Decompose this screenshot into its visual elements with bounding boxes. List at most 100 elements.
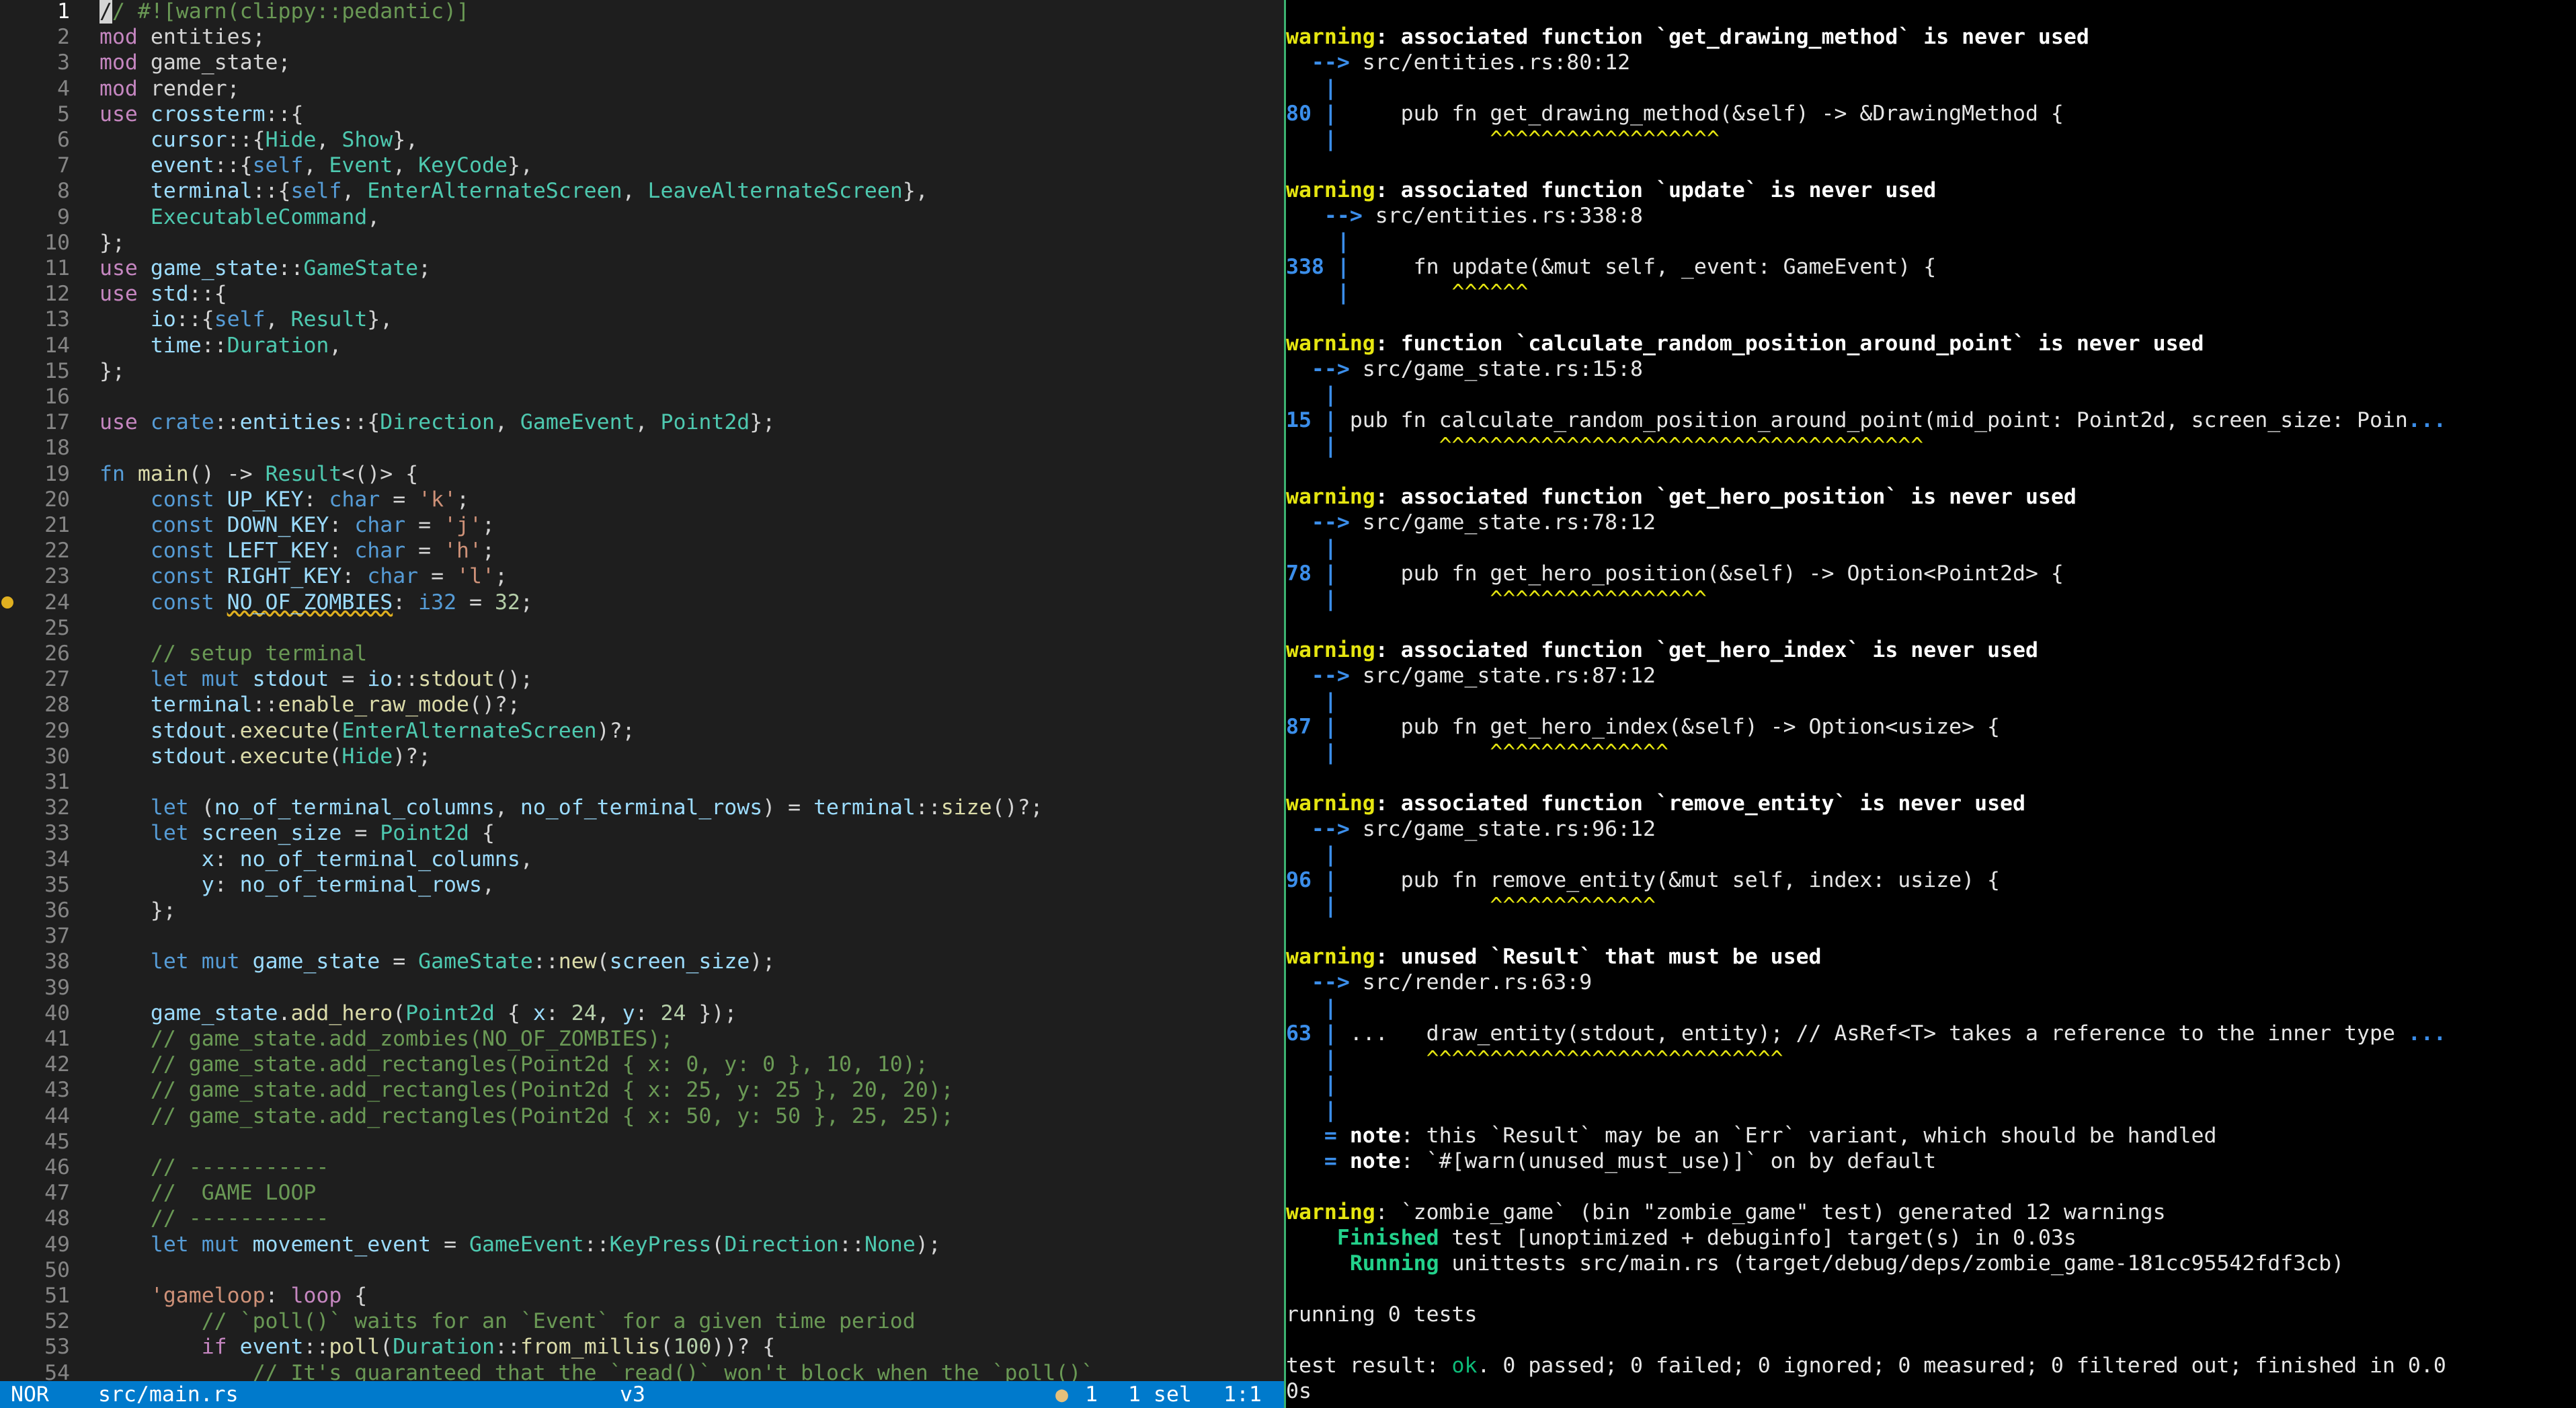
editor-line[interactable]: 41 // game_state.add_zombies(NO_OF_ZOMBI…: [0, 1026, 1284, 1052]
editor-line[interactable]: 18: [0, 435, 1284, 461]
code-token: mod: [99, 25, 138, 49]
code-text: stdout.execute(Hide)?;: [99, 744, 431, 769]
code-token: from_millis: [520, 1335, 661, 1359]
code-token: ...: [2407, 1021, 2446, 1046]
line-number: 52: [44, 1309, 70, 1333]
editor-line[interactable]: 17 use crate::entities::{Direction, GameE…: [0, 409, 1284, 435]
editor-line[interactable]: 45: [0, 1129, 1284, 1155]
editor-line[interactable]: 33 let screen_size = Point2d {: [0, 820, 1284, 846]
code-text: use crossterm::{: [99, 102, 303, 127]
editor-line[interactable]: 50: [0, 1257, 1284, 1283]
code-token: // -----------: [150, 1206, 329, 1230]
code-token: Result: [265, 462, 342, 486]
editor-line[interactable]: 27 let mut stdout = io::stdout();: [0, 666, 1284, 692]
editor-line[interactable]: 21 const DOWN_KEY: char = 'j';: [0, 512, 1284, 538]
code-token: |: [1286, 587, 1337, 611]
editor-line[interactable]: 35 y: no_of_terminal_rows,: [0, 872, 1284, 898]
line-number: 36: [44, 898, 70, 923]
line-number: 26: [44, 641, 70, 666]
code-token: };: [99, 231, 125, 255]
code-token: : unused `Result` that must be used: [1375, 945, 1822, 969]
terminal-pane[interactable]: warning: associated function `get_drawin…: [1286, 0, 2576, 1408]
code-token: use: [99, 410, 138, 434]
editor-line[interactable]: 4 mod render;: [0, 76, 1284, 102]
editor-line[interactable]: 10};: [0, 230, 1284, 256]
editor-line[interactable]: 53 if event::poll(Duration::from_millis(…: [0, 1334, 1284, 1360]
editor-line[interactable]: 28 terminal::enable_raw_mode()?;: [0, 692, 1284, 717]
code-token: ... draw_entity(stdout, entity); // AsRe…: [1336, 1021, 2408, 1046]
code-text: const RIGHT_KEY: char = 'l';: [99, 563, 508, 589]
editor-line[interactable]: 20 const UP_KEY: char = 'k';: [0, 487, 1284, 512]
editor-line[interactable]: 7 event::{self, Event, KeyCode},: [0, 153, 1284, 178]
editor-line[interactable]: 29 stdout.execute(EnterAlternateScreen)?…: [0, 718, 1284, 744]
editor-line[interactable]: 14 time::Duration,: [0, 333, 1284, 358]
editor-line[interactable]: 48 // -----------: [0, 1206, 1284, 1231]
editor-line[interactable]: 51 'gameloop: loop {: [0, 1283, 1284, 1308]
code-token: char: [354, 539, 406, 563]
code-token: -->: [1286, 510, 1363, 535]
editor-line[interactable]: 43 // game_state.add_rectangles(Point2d …: [0, 1077, 1284, 1103]
editor-line[interactable]: 19 fn main() -> Result<()> {: [0, 461, 1284, 487]
editor-line[interactable]: 52 // `poll()` waits for an `Event` for …: [0, 1308, 1284, 1334]
code-text: // setup terminal: [99, 641, 367, 666]
editor-line[interactable]: 5 use crossterm::{: [0, 102, 1284, 127]
code-token: . 0 passed; 0 failed; 0 ignored; 0 measu…: [1477, 1354, 2446, 1378]
line-number: 38: [44, 949, 70, 974]
editor-line[interactable]: 23 const RIGHT_KEY: char = 'l';: [0, 563, 1284, 589]
code-token: ::{: [227, 128, 266, 152]
diagnostic-dot-icon: ●: [1055, 1382, 1068, 1407]
code-text: if event::poll(Duration::from_millis(100…: [99, 1334, 775, 1360]
editor-line[interactable]: 12 use std::{: [0, 281, 1284, 307]
editor-line[interactable]: 16: [0, 384, 1284, 409]
code-token: =: [418, 564, 457, 588]
editor-line[interactable]: 37: [0, 923, 1284, 949]
editor-line[interactable]: 30 stdout.execute(Hide)?;: [0, 744, 1284, 769]
editor-line[interactable]: 22 const LEFT_KEY: char = 'h';: [0, 538, 1284, 563]
editor-line[interactable]: 9 ExecutableCommand,: [0, 204, 1284, 230]
code-token: poll: [329, 1335, 380, 1359]
code-editor-pane[interactable]: 1// #![warn(clippy::pedantic)] 2 mod entit…: [0, 0, 1284, 1408]
editor-line[interactable]: 49 let mut movement_event = GameEvent::K…: [0, 1232, 1284, 1257]
code-token: warning: [1286, 485, 1375, 509]
code-token: };: [99, 898, 176, 923]
editor-line[interactable]: 2 mod entities;: [0, 24, 1284, 50]
code-token: =: [329, 667, 368, 691]
editor-line[interactable]: 38 let mut game_state = GameState::new(s…: [0, 949, 1284, 974]
editor-line[interactable]: 25: [0, 615, 1284, 641]
editor-line[interactable]: 31: [0, 769, 1284, 795]
editor-line[interactable]: 46 // -----------: [0, 1155, 1284, 1180]
editor-line[interactable]: 34 x: no_of_terminal_columns,: [0, 847, 1284, 872]
editor-line[interactable]: 13 io::{self, Result},: [0, 307, 1284, 332]
terminal-text: 15 | pub fn calculate_random_position_ar…: [1286, 407, 2446, 433]
editor-line[interactable]: 40 game_state.add_hero(Point2d { x: 24, …: [0, 1001, 1284, 1026]
editor-line[interactable]: 1 // #![warn(clippy::pedantic)]: [0, 0, 1284, 24]
editor-line[interactable]: 44 // game_state.add_rectangles(Point2d …: [0, 1103, 1284, 1129]
editor-line[interactable]: 26 // setup terminal: [0, 641, 1284, 666]
code-text: // game_state.add_rectangles(Point2d { x…: [99, 1103, 954, 1129]
editor-line[interactable]: 32 let (no_of_terminal_columns, no_of_te…: [0, 795, 1284, 820]
editor-line[interactable]: 42 // game_state.add_rectangles(Point2d …: [0, 1052, 1284, 1077]
editor-line[interactable]: 39: [0, 975, 1284, 1001]
editor-line[interactable]: 47 // GAME LOOP: [0, 1180, 1284, 1206]
editor-line[interactable]: 11 use game_state::GameState;: [0, 256, 1284, 281]
editor-line[interactable]: 15};: [0, 358, 1284, 384]
file-name[interactable]: src/main.rs: [98, 1381, 239, 1408]
terminal-line: |: [1286, 689, 2576, 714]
code-token: ok: [1451, 1354, 1478, 1378]
editor-line[interactable]: 6 cursor::{Hide, Show},: [0, 127, 1284, 153]
code-token: Point2d: [380, 821, 470, 845]
code-token: : `#[warn(unused_must_use)]` on by defau…: [1400, 1149, 1937, 1173]
diagnostic-count: 1: [1085, 1382, 1098, 1407]
editor-line[interactable]: 8 terminal::{self, EnterAlternateScreen,…: [0, 178, 1284, 204]
code-token: ::: [839, 1233, 864, 1257]
editor-line[interactable]: 36 };: [0, 898, 1284, 923]
terminal-line: 338 | fn update(&mut self, _event: GameE…: [1286, 254, 2576, 280]
editor-line[interactable]: 24 const NO_OF_ZOMBIES: i32 = 32;: [0, 590, 1284, 615]
code-text: game_state.add_hero(Point2d { x: 24, y: …: [99, 1001, 737, 1026]
editor-line[interactable]: 3 mod game_state;: [0, 50, 1284, 75]
